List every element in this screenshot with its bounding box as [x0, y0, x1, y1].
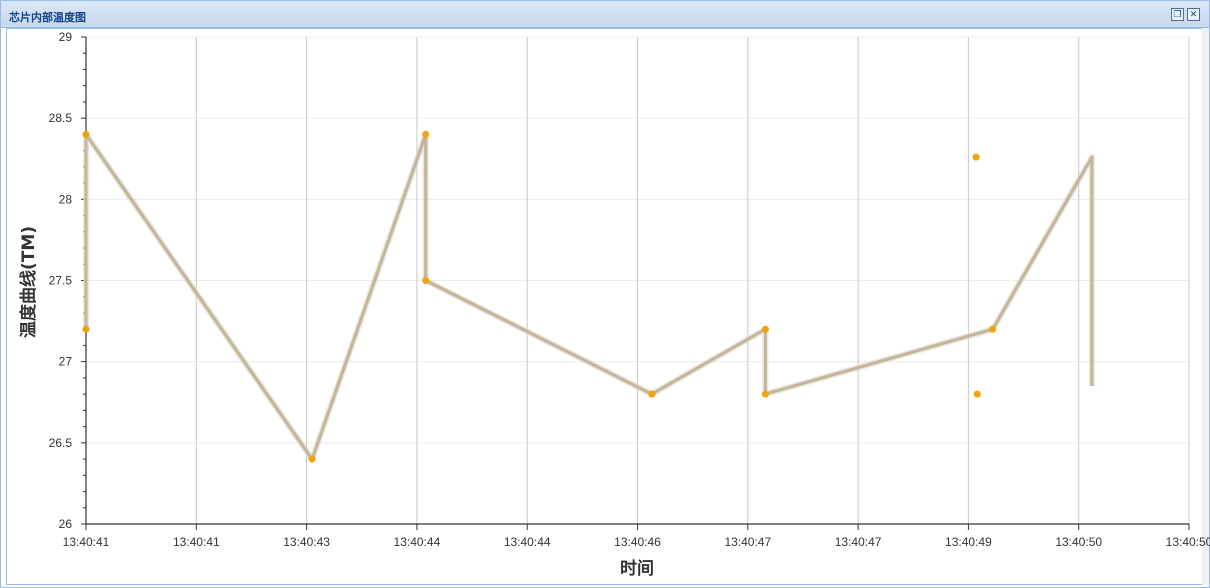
x-tick-label: 13:40:41 — [63, 535, 110, 549]
y-tick-label: 26.5 — [49, 436, 73, 450]
series-line-shadow — [83, 131, 1095, 463]
data-point[interactable] — [422, 130, 430, 138]
temperature-chart: 26 26.5 27 27.5 28 28.5 29 13:40:41 13:40:41 13:4… — [18, 30, 1210, 579]
y-tick-label: 27.5 — [49, 274, 73, 288]
x-tick-label: 13:40:47 — [835, 535, 882, 549]
data-point[interactable] — [648, 390, 656, 398]
x-tick-label: 13:40:46 — [614, 535, 661, 549]
x-tick-label: 13:40:49 — [945, 535, 992, 549]
y-tick-label: 28 — [59, 192, 73, 206]
data-point[interactable] — [973, 390, 981, 398]
x-tick-label: 13:40:41 — [173, 535, 220, 549]
x-tick-label: 13:40:50 — [1055, 535, 1102, 549]
x-tick-label: 13:40:43 — [283, 535, 330, 549]
data-point[interactable] — [422, 277, 430, 284]
x-tick-label: 13:40:44 — [394, 535, 441, 549]
y-tick-label: 28.5 — [49, 111, 73, 125]
x-tick-label: 13:40:44 — [504, 535, 551, 549]
x-axis-title: 时间 — [620, 558, 654, 579]
data-point[interactable] — [761, 325, 769, 333]
y-tick-label: 26 — [59, 517, 73, 531]
data-point[interactable] — [989, 325, 997, 333]
y-tick-label: 29 — [59, 30, 73, 44]
data-point[interactable] — [308, 455, 316, 463]
data-point[interactable] — [972, 153, 980, 161]
data-point[interactable] — [761, 390, 769, 398]
x-tick-label: 13:40:50 — [1166, 535, 1210, 549]
y-axis-title: 温度曲线(TM) — [18, 226, 39, 338]
x-tick-label: 13:40:47 — [724, 535, 771, 549]
axes: 26 26.5 27 27.5 28 28.5 29 13:40:41 13:40:41 13:4… — [49, 30, 1210, 549]
data-points — [82, 130, 997, 463]
data-point[interactable] — [82, 130, 90, 138]
series-line-path — [84, 132, 1094, 461]
series-line — [83, 131, 1095, 463]
data-point[interactable] — [82, 325, 90, 333]
y-tick-label: 27 — [59, 355, 73, 369]
